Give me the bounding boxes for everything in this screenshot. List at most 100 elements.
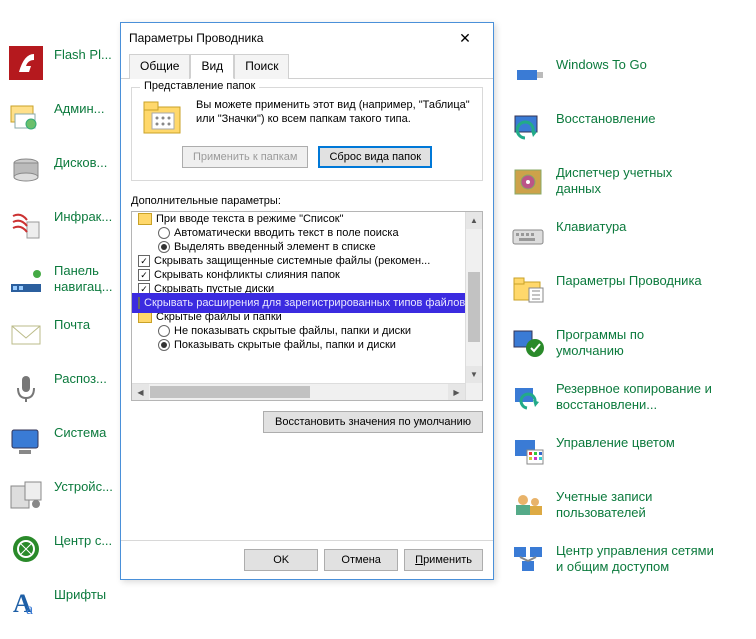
list-item[interactable]: ✓Скрывать конфликты слияния папок (132, 268, 465, 282)
advanced-settings-list[interactable]: При вводе текста в режиме "Список" Автом… (131, 211, 483, 401)
folder-small-icon (138, 311, 152, 323)
cp-item-folder-options[interactable]: Параметры Проводника (510, 271, 740, 307)
speech-icon (8, 369, 44, 405)
tab-view-body: Представление папок Вы можете применить … (121, 79, 493, 540)
scroll-thumb[interactable] (150, 386, 310, 398)
scroll-left-icon[interactable]: ◀ (132, 384, 149, 401)
list-parent-item[interactable]: При вводе текста в режиме "Список" (132, 212, 465, 226)
cp-item-label: Админ... (54, 99, 104, 117)
recovery-icon (510, 109, 546, 145)
dialog-tabs: Общие Вид Поиск (121, 53, 493, 79)
cp-item-label: Flash Pl... (54, 45, 112, 63)
taskbar-icon (8, 261, 44, 297)
list-item[interactable]: Выделять введенный элемент в списке (132, 240, 465, 254)
folder-options-icon (510, 271, 546, 307)
flash-icon (8, 45, 44, 81)
dialog-titlebar[interactable]: Параметры Проводника ✕ (121, 23, 493, 53)
mail-icon (8, 315, 44, 351)
apply-to-folders-button[interactable]: Применить к папкам (182, 146, 309, 168)
accessibility-icon (8, 531, 44, 567)
cp-item-default-programs[interactable]: Программы по умолчанию (510, 325, 740, 361)
list-item[interactable]: Не показывать скрытые файлы, папки и дис… (132, 324, 465, 338)
cp-item-label: Почта (54, 315, 90, 333)
devices-icon (8, 477, 44, 513)
folder-icon (142, 98, 184, 138)
cp-item-recovery[interactable]: Восстановление (510, 109, 740, 145)
ok-button[interactable]: OK (244, 549, 318, 571)
list-parent-item[interactable]: Скрытые файлы и папки (132, 310, 465, 324)
radio-icon[interactable] (158, 339, 170, 351)
cp-item-label: Центр управления сетями и общим доступом (556, 541, 714, 576)
cp-item-windows-to-go[interactable]: Windows To Go (510, 55, 740, 91)
cp-right-column: Windows To Go Восстановление Диспетчер у… (510, 55, 740, 595)
cp-item-label: Диспетчер учетных данных (556, 163, 672, 198)
svg-text:a: a (26, 601, 33, 618)
default-programs-icon (510, 325, 546, 361)
cp-item-label: Устройс... (54, 477, 113, 495)
checkbox-icon[interactable]: ✓ (138, 255, 150, 267)
tab-view[interactable]: Вид (190, 54, 234, 79)
cp-item-credential-manager[interactable]: Диспетчер учетных данных (510, 163, 740, 199)
cp-item-label: Управление цветом (556, 433, 675, 451)
list-item[interactable]: ✓Скрывать защищенные системные файлы (ре… (132, 254, 465, 268)
usb-icon (510, 55, 546, 91)
fonts-icon: Aa (8, 585, 44, 621)
radio-icon[interactable] (158, 241, 170, 253)
cp-item-label: Программы по умолчанию (556, 325, 644, 360)
cp-item-label: Клавиатура (556, 217, 626, 235)
cp-item-color-management[interactable]: Управление цветом (510, 433, 740, 469)
list-item[interactable]: ✓Скрывать пустые диски (132, 282, 465, 296)
cp-item-label: Дисков... (54, 153, 107, 171)
cp-item-label: Распоз... (54, 369, 107, 387)
scroll-thumb[interactable] (468, 272, 480, 342)
scroll-right-icon[interactable]: ▶ (448, 384, 465, 401)
infrared-icon (8, 207, 44, 243)
cp-item-label: Учетные записи пользователей (556, 487, 652, 522)
radio-icon[interactable] (158, 227, 170, 239)
radio-icon[interactable] (158, 325, 170, 337)
horizontal-scrollbar[interactable]: ◀ ▶ (132, 383, 465, 400)
dialog-button-row: OK Отмена Применить (121, 540, 493, 579)
checkbox-icon[interactable]: ✓ (138, 283, 150, 295)
reset-folders-button[interactable]: Сброс вида папок (318, 146, 432, 168)
group-title: Представление папок (140, 80, 259, 92)
checkbox-icon[interactable] (138, 297, 140, 309)
cp-item-label: Восстановление (556, 109, 655, 127)
folder-options-dialog: Параметры Проводника ✕ Общие Вид Поиск П… (120, 22, 494, 580)
restore-defaults-button[interactable]: Восстановить значения по умолчанию (263, 411, 483, 433)
checkbox-icon[interactable]: ✓ (138, 269, 150, 281)
apply-button[interactable]: Применить (404, 549, 483, 571)
system-icon (8, 423, 44, 459)
cp-item-network-sharing[interactable]: Центр управления сетями и общим доступом (510, 541, 740, 577)
tab-search[interactable]: Поиск (234, 54, 289, 79)
cp-item-label: Шрифты (54, 585, 106, 603)
advanced-settings-label: Дополнительные параметры: (131, 195, 483, 207)
list-item[interactable]: Автоматически вводить текст в поле поиск… (132, 226, 465, 240)
keyboard-icon (510, 217, 546, 253)
tab-general[interactable]: Общие (129, 54, 190, 79)
list-item[interactable]: Показывать скрытые файлы, папки и диски (132, 338, 465, 352)
user-accounts-icon (510, 487, 546, 523)
cancel-button[interactable]: Отмена (324, 549, 398, 571)
close-button[interactable]: ✕ (445, 24, 485, 52)
cp-item-label: Система (54, 423, 106, 441)
list-item-highlighted[interactable]: Скрывать расширения для зарегистрированн… (132, 296, 465, 310)
cp-item-label: Резервное копирование и восстановлени... (556, 379, 712, 414)
folder-views-text: Вы можете применить этот вид (например, … (196, 98, 472, 127)
scroll-up-icon[interactable]: ▲ (466, 212, 482, 229)
cp-item-fonts[interactable]: Aa Шрифты (8, 585, 238, 621)
cp-item-label: Панель навигац... (54, 261, 113, 296)
cp-item-label: Windows To Go (556, 55, 647, 73)
vertical-scrollbar[interactable]: ▲ ▼ (465, 212, 482, 400)
folder-views-group: Представление папок Вы можете применить … (131, 87, 483, 181)
disk-spaces-icon (8, 153, 44, 189)
admin-icon (8, 99, 44, 135)
cp-item-backup-restore[interactable]: Резервное копирование и восстановлени... (510, 379, 740, 415)
cp-item-label: Параметры Проводника (556, 271, 702, 289)
scroll-down-icon[interactable]: ▼ (466, 366, 482, 383)
backup-icon (510, 379, 546, 415)
cp-item-keyboard[interactable]: Клавиатура (510, 217, 740, 253)
network-icon (510, 541, 546, 577)
cp-item-user-accounts[interactable]: Учетные записи пользователей (510, 487, 740, 523)
folder-small-icon (138, 213, 152, 225)
